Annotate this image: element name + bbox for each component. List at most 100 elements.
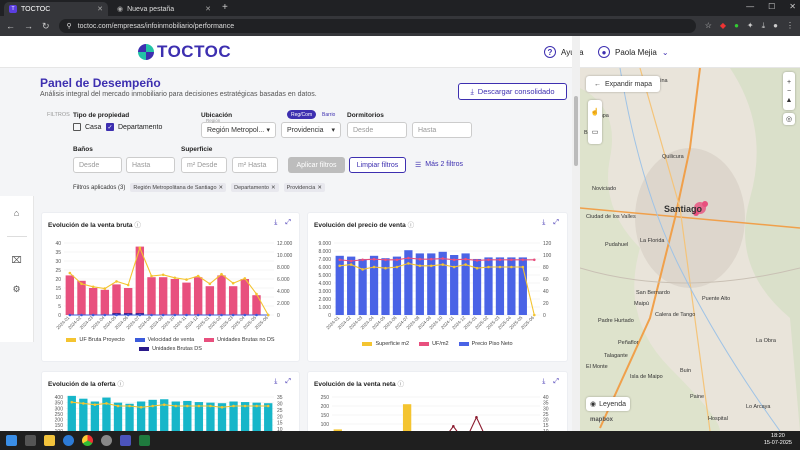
map-place-label: Maipú xyxy=(634,301,649,307)
extension-icon[interactable]: ◆ xyxy=(720,21,726,31)
y-tick-label: 0 xyxy=(58,313,61,319)
scrollbar-thumb[interactable] xyxy=(574,96,578,166)
chip-close-icon[interactable]: ✕ xyxy=(317,185,322,191)
legend-item[interactable]: Superficie m2 xyxy=(362,341,409,347)
edge-icon[interactable] xyxy=(63,435,74,446)
menu-icon[interactable]: ⋮ xyxy=(786,21,794,31)
legend-item[interactable]: Unidades Brutas no DS xyxy=(204,337,275,343)
profile-icon[interactable]: ● xyxy=(773,21,778,31)
teams-icon[interactable] xyxy=(120,435,131,446)
legend-item[interactable]: Unidades Brutas DS xyxy=(139,346,202,352)
series-point xyxy=(208,313,212,317)
download-icon[interactable]: ⤓ xyxy=(762,21,766,31)
comuna-value: Providencia xyxy=(287,126,324,134)
map-place-label: Ciudad de los Valles xyxy=(586,214,636,220)
excel-icon[interactable] xyxy=(139,435,150,446)
system-clock[interactable]: 18:20 15-07-2025 xyxy=(764,433,792,447)
left-rail: ⌂ ⌧ ⚙ xyxy=(0,196,34,342)
rooms-from-input[interactable]: Desde xyxy=(347,122,407,138)
bar xyxy=(147,277,156,315)
browser-tab-new[interactable]: ◉ Nueva pestaña ✕ xyxy=(112,2,216,16)
building-icon[interactable]: ⌧ xyxy=(11,255,21,266)
more-filters-link[interactable]: ☰ Más 2 filtros xyxy=(415,161,463,169)
polygon-icon[interactable]: ▭ xyxy=(592,128,599,136)
departamento-checkbox[interactable]: ✓ Departamento xyxy=(106,123,162,131)
chip-close-icon[interactable]: ✕ xyxy=(271,185,276,191)
legend-button[interactable]: ◉ Leyenda xyxy=(586,397,630,411)
applied-chip[interactable]: Providencia ✕ xyxy=(283,183,325,192)
legend-swatch xyxy=(139,346,150,351)
puzzle-icon[interactable]: ✦ xyxy=(747,21,754,31)
applied-chip[interactable]: Departamento ✕ xyxy=(231,183,279,192)
baths-to-input[interactable]: Hasta xyxy=(126,157,175,173)
casa-checkbox[interactable]: Casa xyxy=(73,123,101,131)
user-menu[interactable]: ● Paola Mejia ⌄ xyxy=(598,46,669,58)
legend-label: Leyenda xyxy=(599,400,626,408)
surface-to-input[interactable]: m² Hasta xyxy=(232,157,278,173)
taskview-icon[interactable] xyxy=(25,435,36,446)
site-info-icon[interactable]: ⚲ xyxy=(67,22,72,30)
clear-filters-button[interactable]: Limpiar filtros xyxy=(349,157,406,173)
rooms-to-input[interactable]: Hasta xyxy=(412,122,472,138)
y2-tick-label: 4.000 xyxy=(277,289,290,295)
bar xyxy=(381,258,390,315)
y2-tick-label: 0 xyxy=(277,313,280,319)
locate-button[interactable]: ◎ xyxy=(783,113,795,125)
zoom-out-icon[interactable]: − xyxy=(787,88,791,95)
legend-item[interactable]: UF Bruta Proyecto xyxy=(66,337,125,343)
settings-icon[interactable] xyxy=(101,435,112,446)
star-icon[interactable]: ☆ xyxy=(705,21,712,31)
card-venta-bruta: Evolución de la venta bruta ⓘ ⤓ ⤢ 0 5 10 15 2… xyxy=(41,212,300,362)
zoom-in-icon[interactable]: + xyxy=(787,79,791,86)
series-point xyxy=(441,257,445,260)
listing-marker[interactable] xyxy=(702,201,708,207)
legend-label: Velocidad de venta xyxy=(147,337,195,343)
download-consolidated-button[interactable]: ⤓ Descargar consolidado xyxy=(458,83,567,100)
page-scrollbar[interactable] xyxy=(572,36,580,431)
y2-tick-label: 0 xyxy=(543,313,546,319)
browser-tab-toctoc[interactable]: T TOCTOC ✕ xyxy=(4,2,108,16)
compass-icon[interactable]: ▲ xyxy=(786,97,793,104)
series-point xyxy=(103,287,107,290)
user-icon: ● xyxy=(598,46,610,58)
file-explorer-icon[interactable] xyxy=(44,435,55,446)
legend-item[interactable]: Precio Piso Neto xyxy=(458,341,513,347)
globe-icon: ◉ xyxy=(117,6,124,13)
series-point xyxy=(68,313,72,317)
series-point xyxy=(384,258,387,262)
expand-map-button[interactable]: ← Expandir mapa xyxy=(586,76,660,92)
toggle-reg-com[interactable]: Reg/Com xyxy=(287,110,317,119)
url-field[interactable]: ⚲ toctoc.com/empresas/infoinmobiliario/p… xyxy=(58,19,696,33)
applied-chip[interactable]: Región Metropolitana de Santiago ✕ xyxy=(130,183,227,192)
back-icon[interactable]: ← xyxy=(6,21,15,31)
minimize-icon[interactable]: — xyxy=(746,2,754,11)
settings-icon[interactable]: ⚙ xyxy=(12,284,20,295)
toggle-barrio[interactable]: Barrio xyxy=(318,110,339,119)
reload-icon[interactable]: ↻ xyxy=(42,21,50,32)
forward-icon[interactable]: → xyxy=(24,21,33,31)
departamento-label: Departamento xyxy=(118,123,163,131)
maximize-icon[interactable]: ☐ xyxy=(768,2,775,11)
tab-close-icon[interactable]: ✕ xyxy=(205,5,211,13)
comuna-select[interactable]: Providencia ▾ xyxy=(281,122,341,138)
legend-item[interactable]: Velocidad de venta xyxy=(134,337,195,343)
home-icon[interactable]: ⌂ xyxy=(14,208,19,218)
new-tab-button[interactable]: + xyxy=(222,2,228,16)
legend-item[interactable]: UF/m2 xyxy=(419,341,449,347)
close-window-icon[interactable]: ✕ xyxy=(789,2,796,11)
baths-from-input[interactable]: Desde xyxy=(73,157,122,173)
extension-icon[interactable]: ● xyxy=(734,21,739,31)
surface-from-input[interactable]: m² Desde xyxy=(181,157,227,173)
region-select[interactable]: Región Metropol... ▾ xyxy=(201,122,276,138)
map-panel[interactable]: ColinaLampaBatucoNoviciadoSantiagoQuilic… xyxy=(580,68,800,431)
series-point xyxy=(115,280,118,283)
pointer-icon[interactable]: ☝ xyxy=(591,108,600,116)
chrome-icon[interactable] xyxy=(82,435,93,446)
tab-close-icon[interactable]: ✕ xyxy=(97,5,103,13)
start-icon[interactable] xyxy=(6,435,17,446)
chip-close-icon[interactable]: ✕ xyxy=(219,185,224,191)
toctoc-logo[interactable]: TOCTOC xyxy=(138,42,231,62)
map-place-label: La Obra xyxy=(756,338,776,344)
y2-tick-label: 100 xyxy=(543,253,552,259)
apply-filters-button[interactable]: Aplicar filtros xyxy=(288,157,345,173)
